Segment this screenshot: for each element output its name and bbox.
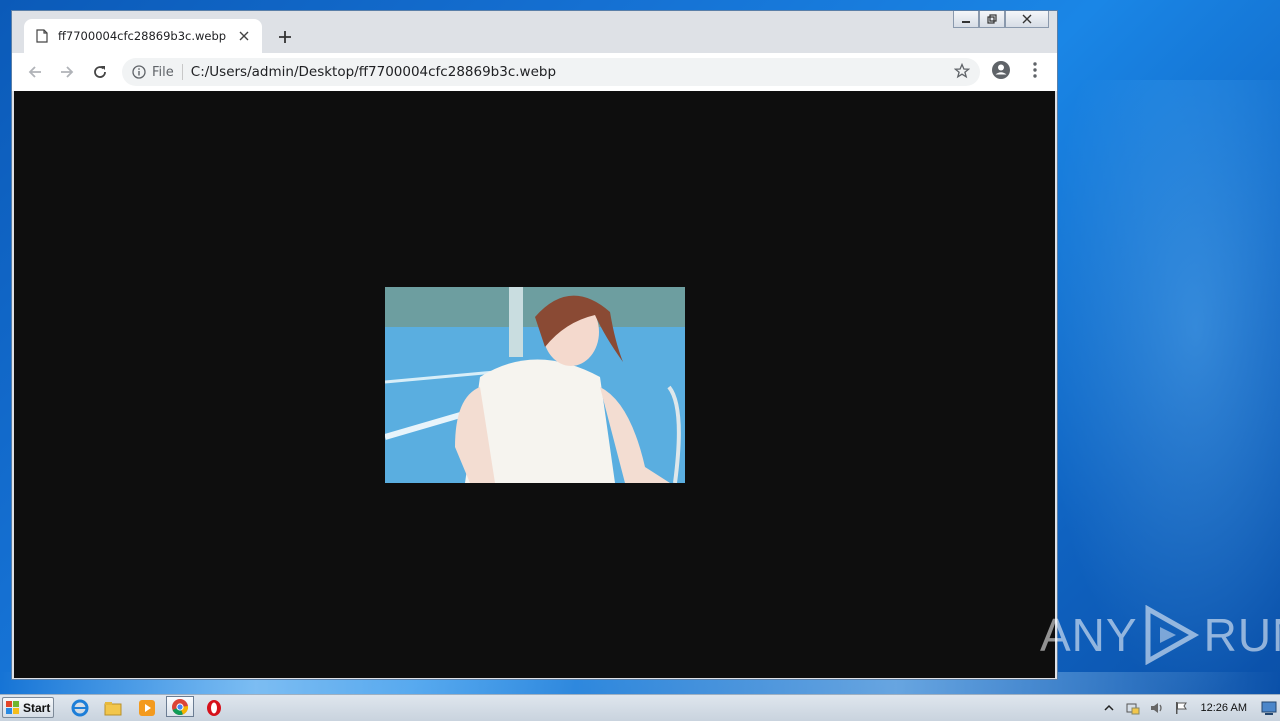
taskbar: Start 12:26 AM bbox=[0, 694, 1280, 721]
tab-active[interactable]: ff7700004cfc28869b3c.webp (300× bbox=[24, 19, 262, 53]
system-tray: 12:26 AM bbox=[1097, 695, 1280, 721]
start-label: Start bbox=[23, 700, 51, 715]
forward-button[interactable] bbox=[54, 59, 80, 85]
speaker-icon bbox=[1150, 703, 1162, 713]
arrow-right-icon bbox=[61, 66, 74, 78]
restore-icon bbox=[987, 14, 997, 24]
photo-illustration bbox=[385, 287, 685, 483]
show-hidden-icons-button[interactable] bbox=[1100, 699, 1118, 717]
close-window-button[interactable] bbox=[1005, 11, 1049, 28]
network-icon bbox=[1126, 703, 1140, 715]
back-button[interactable] bbox=[22, 59, 48, 85]
taskbar-ie-button[interactable] bbox=[70, 698, 90, 718]
taskbar-chrome-button[interactable] bbox=[166, 696, 194, 717]
opera-icon bbox=[207, 700, 221, 716]
browser-window: ff7700004cfc28869b3c.webp (300× File C:/… bbox=[11, 10, 1058, 680]
tab-title: ff7700004cfc28869b3c.webp (300× bbox=[58, 29, 230, 43]
more-vert-icon bbox=[1033, 62, 1037, 78]
file-icon bbox=[36, 29, 48, 43]
watermark-text-left: ANY bbox=[1040, 609, 1138, 661]
tab-close-button[interactable] bbox=[236, 28, 252, 44]
close-icon bbox=[1022, 14, 1032, 24]
minimize-icon bbox=[962, 21, 970, 23]
taskbar-media-button[interactable] bbox=[137, 698, 157, 718]
watermark-text-right: RUN bbox=[1203, 609, 1280, 661]
plus-icon bbox=[279, 31, 291, 43]
profile-button[interactable] bbox=[990, 59, 1012, 85]
browser-menu-button[interactable] bbox=[1024, 59, 1046, 85]
reload-button[interactable] bbox=[87, 59, 113, 85]
displayed-webp-image[interactable] bbox=[385, 287, 685, 483]
chrome-icon bbox=[172, 698, 189, 715]
account-circle-icon bbox=[992, 61, 1010, 79]
reload-icon bbox=[94, 66, 106, 78]
play-logo-icon bbox=[1145, 605, 1199, 665]
taskbar-clock[interactable]: 12:26 AM bbox=[1201, 702, 1247, 714]
network-tray-button[interactable] bbox=[1124, 699, 1142, 717]
new-tab-button[interactable] bbox=[272, 24, 298, 50]
url-text[interactable]: C:/Users/admin/Desktop/ff7700004cfc28869… bbox=[191, 64, 556, 80]
bookmark-button[interactable] bbox=[953, 62, 971, 83]
media-player-icon bbox=[139, 700, 155, 716]
action-center-button[interactable] bbox=[1172, 699, 1190, 717]
info-icon[interactable] bbox=[132, 65, 146, 79]
window-caption-buttons bbox=[953, 11, 1049, 28]
scheme-label: File bbox=[152, 64, 174, 80]
start-button[interactable]: Start bbox=[2, 697, 54, 718]
taskbar-opera-button[interactable] bbox=[204, 698, 224, 718]
omnibox-separator bbox=[181, 64, 183, 80]
browser-toolbar: File C:/Users/admin/Desktop/ff7700004cfc… bbox=[12, 53, 1057, 91]
image-viewer bbox=[14, 91, 1055, 678]
show-desktop-button[interactable] bbox=[1260, 699, 1278, 717]
address-bar[interactable]: File C:/Users/admin/Desktop/ff7700004cfc… bbox=[122, 58, 980, 86]
windows-logo-icon bbox=[6, 700, 19, 714]
file-explorer-icon bbox=[104, 702, 122, 716]
restore-button[interactable] bbox=[979, 11, 1005, 28]
anyrun-watermark: ANY RUN bbox=[1040, 605, 1280, 665]
volume-tray-button[interactable] bbox=[1148, 699, 1166, 717]
chevron-up-icon bbox=[1103, 704, 1114, 711]
star-icon bbox=[953, 62, 971, 79]
minimize-button[interactable] bbox=[953, 11, 979, 28]
show-desktop-icon bbox=[1261, 701, 1277, 715]
arrow-left-icon bbox=[28, 66, 41, 78]
internet-explorer-icon bbox=[71, 699, 89, 717]
close-icon bbox=[239, 31, 249, 41]
flag-icon bbox=[1175, 702, 1187, 714]
taskbar-explorer-button[interactable] bbox=[103, 698, 123, 718]
